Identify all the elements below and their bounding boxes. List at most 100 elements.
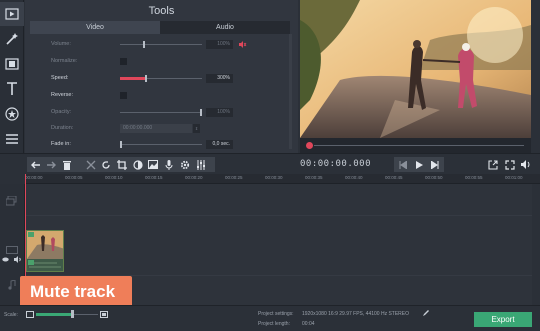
volume-value[interactable]: 100% (206, 40, 233, 49)
zoom-out-icon[interactable] (26, 311, 34, 318)
fadein-label: Fade in: (51, 141, 71, 147)
crop-button[interactable] (115, 157, 129, 172)
project-length-label: Project length: (258, 321, 290, 327)
equalizer-icon (197, 159, 205, 170)
video-track-icon (6, 246, 18, 254)
reverse-checkbox[interactable] (120, 92, 127, 99)
duration-row: Duration: 00:00:00.000 ⇕ (25, 124, 298, 134)
speed-slider-fill (120, 77, 145, 80)
project-settings-value: 1920x1080 16:9 29.97 FPS, 44100 Hz STERE… (302, 311, 410, 317)
volume-slider-track[interactable] (120, 44, 202, 45)
fadein-slider-knob[interactable] (120, 141, 122, 148)
tick-label: 00:00:45 (385, 175, 403, 180)
tick-label: 00:00:40 (345, 175, 363, 180)
tool-rail (0, 0, 24, 153)
status-bar: Scale: Project settings: 1920x1080 16:9 … (0, 305, 540, 331)
speed-slider-knob[interactable] (145, 75, 147, 82)
record-audio-button[interactable] (162, 157, 176, 172)
tick-label: 00:00:30 (265, 175, 283, 180)
preview-side-strip (532, 0, 540, 153)
duration-label: Duration: (51, 125, 74, 131)
eye-icon[interactable] (2, 257, 9, 262)
cut-button[interactable] (84, 157, 98, 172)
fullscreen-button[interactable] (503, 157, 517, 172)
undo-icon (31, 161, 40, 168)
volume-slider-knob[interactable] (143, 41, 145, 48)
redo-icon (47, 161, 56, 168)
scale-slider-fill (36, 313, 72, 316)
stickers-button[interactable] (0, 102, 24, 126)
scissors-icon (86, 160, 96, 169)
fadein-value[interactable]: 0,0 sec. (206, 140, 233, 149)
redo-button[interactable] (44, 157, 58, 172)
timeline-side-strip (532, 184, 540, 305)
tools-scrollbar[interactable] (289, 34, 292, 149)
color-adjust-button[interactable] (131, 157, 145, 172)
volume-button[interactable] (519, 157, 533, 172)
mute-track-icon[interactable] (14, 256, 22, 263)
skip-forward-icon (431, 160, 439, 169)
fullscreen-icon (505, 159, 515, 170)
progress-knob[interactable] (306, 142, 313, 149)
tick-label: 00:00:05 (65, 175, 83, 180)
settings-button[interactable] (178, 157, 192, 172)
video-editor-app: Tools Video Audio Volume: 100% Normalize… (0, 0, 540, 331)
opacity-slider-track[interactable] (120, 112, 202, 113)
next-frame-button[interactable] (428, 157, 442, 172)
image-icon (148, 160, 158, 169)
speaker-muted-icon[interactable] (239, 41, 247, 48)
panel-title: Tools (148, 5, 175, 17)
titles-button[interactable] (0, 77, 24, 101)
speed-label: Speed: (51, 75, 69, 81)
tools-panel: Tools Video Audio Volume: 100% Normalize… (25, 0, 298, 153)
timeline-ruler[interactable]: 00:00:00 00:00:05 00:00:10 00:00:15 00:0… (25, 174, 540, 184)
video-preview[interactable] (300, 0, 531, 138)
tick-label: 00:00:00 (25, 175, 43, 180)
clip-thumbnail-image (27, 231, 63, 271)
more-tools-button[interactable] (0, 127, 24, 151)
play-button[interactable] (412, 157, 426, 172)
transitions-button[interactable] (0, 52, 24, 76)
scale-slider-knob[interactable] (71, 310, 74, 318)
timecode-display: 00:00:00.000 (300, 159, 372, 169)
video-clip[interactable] (26, 230, 64, 272)
previous-frame-button[interactable] (396, 157, 410, 172)
normalize-row: Normalize: (25, 57, 298, 67)
import-button[interactable] (0, 2, 24, 26)
rotate-icon (102, 160, 110, 169)
filters-button[interactable] (0, 27, 24, 51)
zoom-in-icon[interactable] (100, 311, 108, 318)
list-icon (6, 134, 18, 144)
clip-properties-button[interactable] (146, 157, 160, 172)
project-length-value: 00:04 (302, 321, 315, 327)
tab-video[interactable]: Video (30, 21, 160, 34)
tick-label: 00:00:15 (145, 175, 163, 180)
opacity-value[interactable]: 100% (206, 108, 233, 117)
tick-label: 00:00:25 (225, 175, 243, 180)
progress-track[interactable] (314, 145, 524, 146)
speed-row: Speed: 300% (25, 74, 298, 84)
preview-frame-image (300, 0, 531, 138)
mute-track-tooltip: Mute track (20, 276, 132, 307)
export-frame-button[interactable] (486, 157, 500, 172)
tools-tabs: Video Audio (30, 21, 290, 34)
opacity-slider-knob[interactable] (200, 109, 202, 116)
rotate-button[interactable] (99, 157, 113, 172)
speaker-icon (521, 160, 530, 169)
duration-stepper[interactable]: ⇕ (193, 124, 200, 133)
project-settings-label: Project settings: (258, 311, 294, 317)
equalizer-button[interactable] (194, 157, 208, 172)
undo-button[interactable] (29, 157, 43, 172)
edit-pencil-icon[interactable] (423, 310, 429, 316)
delete-button[interactable] (60, 157, 74, 172)
export-button[interactable]: Export (474, 312, 532, 327)
normalize-checkbox[interactable] (120, 58, 127, 65)
duration-field[interactable]: 00:00:00.000 (120, 124, 192, 133)
tab-audio[interactable]: Audio (160, 21, 290, 34)
fadein-slider-track[interactable] (120, 144, 202, 145)
speed-value[interactable]: 300% (206, 74, 233, 83)
preview-progress-bar[interactable] (300, 138, 531, 153)
tick-label: 00:00:55 (465, 175, 483, 180)
track-divider (25, 215, 532, 216)
tick-label: 00:00:50 (425, 175, 443, 180)
